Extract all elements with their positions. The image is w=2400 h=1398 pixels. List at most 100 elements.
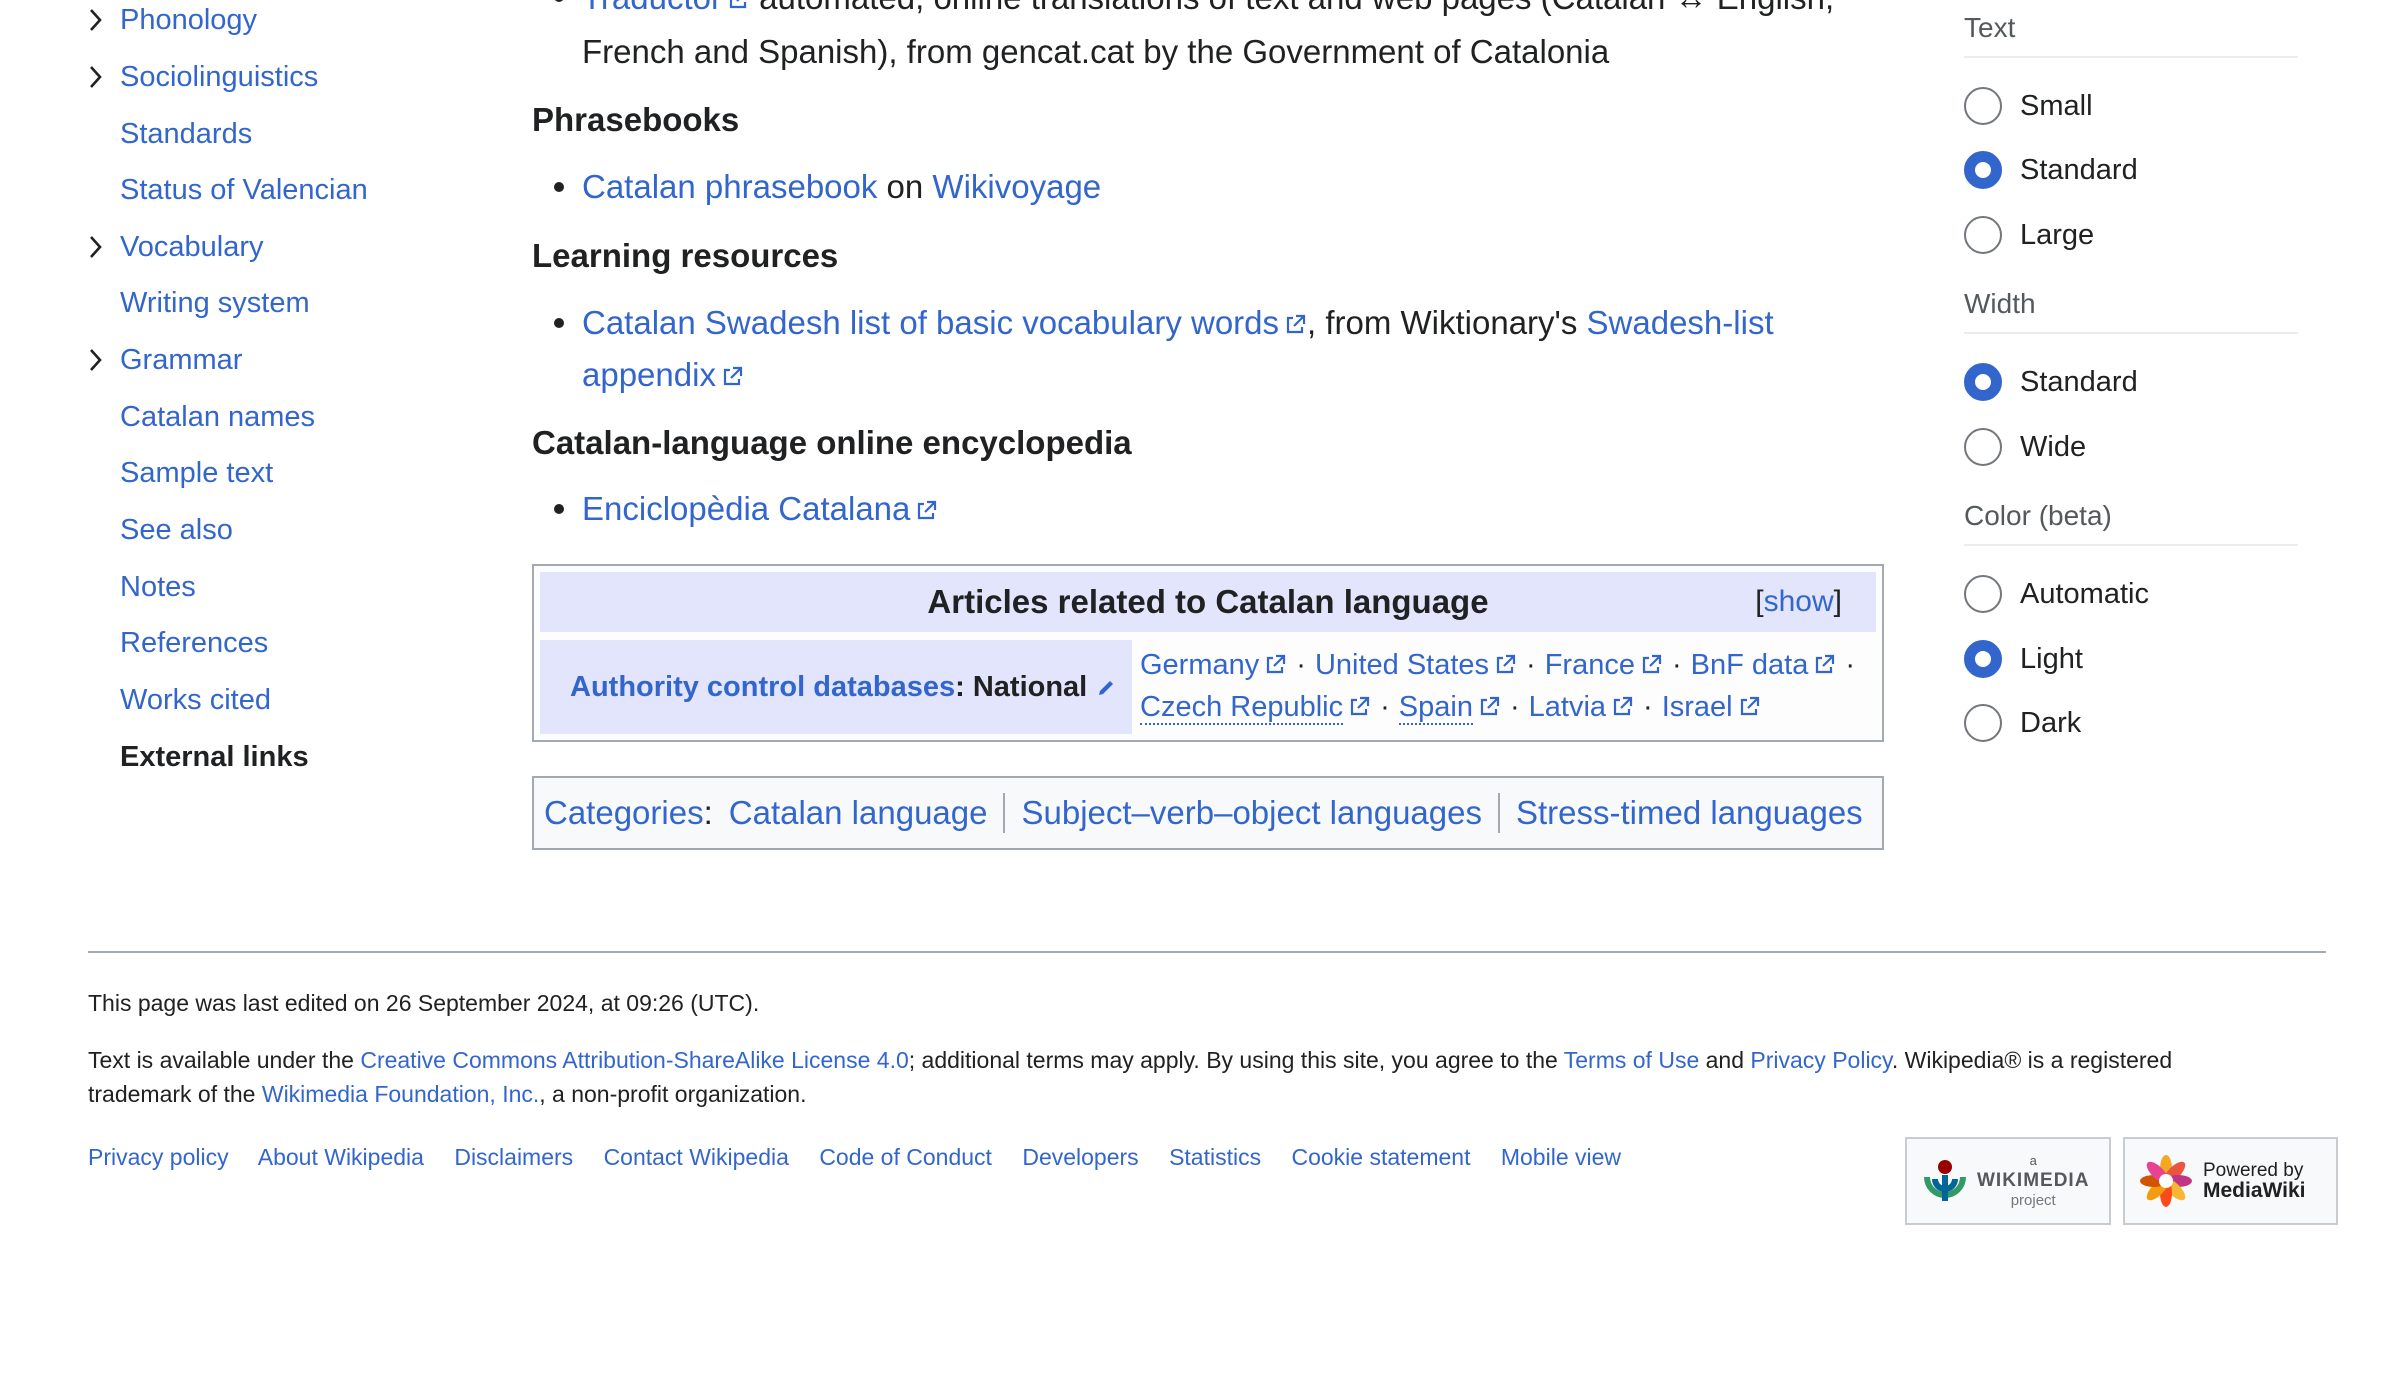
terms-of-use-link[interactable]: Terms of Use <box>1564 1047 1699 1073</box>
authority-israel-link[interactable]: Israel <box>1662 691 1733 723</box>
category-svo-languages[interactable]: Subject–verb–object languages <box>1021 794 1482 832</box>
categories-label-link[interactable]: Categories <box>544 794 704 832</box>
radio-width-standard[interactable]: Standard <box>1964 358 2138 406</box>
toc-item-label[interactable]: References <box>120 627 268 660</box>
footer-link-disclaimers[interactable]: Disclaimers <box>454 1144 573 1170</box>
footer-link-contact[interactable]: Contact Wikipedia <box>604 1144 789 1170</box>
radio-label: Standard <box>2020 153 2138 186</box>
radio-label: Large <box>2020 218 2095 251</box>
radio-label: Wide <box>2020 430 2087 463</box>
wikivoyage-link[interactable]: Wikivoyage <box>932 168 1101 205</box>
license-text-line2: trademark of the Wikimedia Foundation, I… <box>88 1077 806 1111</box>
authority-czech-link[interactable]: Czech Republic <box>1140 691 1344 725</box>
toc-item-label[interactable]: Notes <box>120 571 196 604</box>
last-edited-info: This page was last edited on 26 Septembe… <box>88 990 760 1016</box>
toc-item-label[interactable]: Works cited <box>120 684 271 717</box>
footer-link-about[interactable]: About Wikipedia <box>258 1144 424 1170</box>
radio-color-dark[interactable]: Dark <box>1964 699 2081 747</box>
toc-item-label[interactable]: Standards <box>120 118 252 151</box>
toc-item-label[interactable]: Writing system <box>120 287 310 320</box>
separator: · <box>1671 649 1682 681</box>
authority-germany-link[interactable]: Germany <box>1140 649 1259 681</box>
edit-pencil-icon[interactable] <box>1097 677 1117 697</box>
toc-item-label[interactable]: Status of Valencian <box>120 174 368 207</box>
radio-text-small[interactable]: Small <box>1964 82 2093 130</box>
radio-color-light[interactable]: Light <box>1964 635 2083 683</box>
badge-mediawiki: MediaWiki <box>2203 1179 2306 1202</box>
radio-button[interactable] <box>1964 216 2002 254</box>
authority-control-label: Authority control databases: National <box>540 640 1132 734</box>
authority-spain-link[interactable]: Spain <box>1398 691 1473 725</box>
wikimedia-foundation-link[interactable]: Wikimedia Foundation, Inc. <box>262 1081 539 1107</box>
radio-color-automatic[interactable]: Automatic <box>1964 570 2149 618</box>
swadesh-line2: appendix <box>582 349 744 401</box>
authority-bnf-link[interactable]: BnF data <box>1691 649 1809 681</box>
swadesh-appendix-link[interactable]: Swadesh-list <box>1587 304 1774 341</box>
authority-control-link[interactable]: Authority control databases <box>570 671 955 704</box>
authority-united-states-link[interactable]: United States <box>1315 649 1489 681</box>
toc-item-label[interactable]: See also <box>120 514 233 547</box>
chevron-right-icon[interactable] <box>82 340 110 380</box>
toc-item-label[interactable]: Vocabulary <box>120 231 264 264</box>
footer-link-mobile-view[interactable]: Mobile view <box>1501 1144 1621 1170</box>
footer-link-statistics[interactable]: Statistics <box>1169 1144 1261 1170</box>
mediawiki-sunflower-icon <box>2140 1155 2192 1207</box>
footer-links: Privacy policy About Wikipedia Disclaime… <box>88 1144 1645 1171</box>
toc-item-label[interactable]: External links <box>120 741 309 774</box>
footer-link-code-of-conduct[interactable]: Code of Conduct <box>819 1144 992 1170</box>
external-link-icon <box>1613 696 1633 716</box>
authority-latvia-link[interactable]: Latvia <box>1529 691 1606 723</box>
powered-by-mediawiki-badge[interactable]: Powered by MediaWiki <box>2123 1137 2338 1225</box>
traductor-description: automated, online translations of text a… <box>750 0 1834 16</box>
radio-button[interactable] <box>1964 704 2002 742</box>
category-divider <box>1498 793 1500 833</box>
external-link-icon <box>1642 654 1662 674</box>
toc-item-label[interactable]: Sample text <box>120 457 273 490</box>
toc-item-label[interactable]: Phonology <box>120 4 257 37</box>
radio-button[interactable] <box>1964 575 2002 613</box>
swadesh-appendix-link-cont[interactable]: appendix <box>582 356 716 393</box>
license-text-part: trademark of the <box>88 1081 262 1107</box>
swadesh-list-link[interactable]: Catalan Swadesh list of basic vocabulary… <box>582 304 1279 341</box>
radio-button-checked[interactable] <box>1964 640 2002 678</box>
category-stress-timed[interactable]: Stress-timed languages <box>1516 794 1863 832</box>
swadesh-connector: , from Wiktionary's <box>1307 304 1587 341</box>
toc-item-label[interactable]: Catalan names <box>120 401 315 434</box>
catalan-phrasebook-link[interactable]: Catalan phrasebook <box>582 168 877 205</box>
category-catalan-language[interactable]: Catalan language <box>729 794 988 832</box>
cc-license-link[interactable]: Creative Commons Attribution-ShareAlike … <box>360 1047 908 1073</box>
list-item-phrasebook: Catalan phrasebook on Wikivoyage <box>582 161 1101 213</box>
navbox-toggle[interactable]: [show] <box>1755 572 1842 632</box>
footer-link-cookie-statement[interactable]: Cookie statement <box>1291 1144 1470 1170</box>
radio-button-checked[interactable] <box>1964 363 2002 401</box>
radio-button[interactable] <box>1964 87 2002 125</box>
wikimedia-project-badge[interactable]: a WIKIMEDIA project <box>1905 1137 2111 1225</box>
external-link-icon <box>1351 696 1370 716</box>
separator: · <box>1526 649 1536 681</box>
bracket-close: ] <box>1833 585 1842 618</box>
chevron-right-icon[interactable] <box>82 0 110 40</box>
radio-button[interactable] <box>1964 428 2002 466</box>
radio-button-checked[interactable] <box>1964 151 2002 189</box>
radio-width-wide[interactable]: Wide <box>1964 423 2086 471</box>
toc-item-label[interactable]: Sociolinguistics <box>120 61 318 94</box>
authority-france-link[interactable]: France <box>1545 649 1635 681</box>
authority-row: Czech Republic · Spain · Latvia · Israel <box>1140 686 1761 728</box>
chevron-right-icon[interactable] <box>82 227 110 267</box>
navbox-show-link[interactable]: show <box>1764 585 1834 619</box>
list-item-swadesh: Catalan Swadesh list of basic vocabulary… <box>582 297 1774 349</box>
navbox: Articles related to Catalan language [sh… <box>532 564 1884 742</box>
footer-link-privacy-policy[interactable]: Privacy policy <box>88 1144 229 1170</box>
toc-item-label[interactable]: Grammar <box>120 344 242 377</box>
footer-link-developers[interactable]: Developers <box>1022 1144 1138 1170</box>
enciclopedia-catalana-link[interactable]: Enciclopèdia Catalana <box>582 490 910 527</box>
chevron-right-icon[interactable] <box>82 57 110 97</box>
external-link-icon <box>1267 654 1286 674</box>
heading-learning-resources: Learning resources <box>532 237 839 274</box>
radio-text-standard[interactable]: Standard <box>1964 146 2138 194</box>
traductor-link[interactable]: Traductor <box>582 0 722 16</box>
privacy-policy-inline-link[interactable]: Privacy Policy <box>1750 1047 1891 1073</box>
authority-row: Germany · United States · France · BnF data · <box>1140 644 1864 686</box>
separator: · <box>1296 649 1306 681</box>
radio-text-large[interactable]: Large <box>1964 211 2094 259</box>
